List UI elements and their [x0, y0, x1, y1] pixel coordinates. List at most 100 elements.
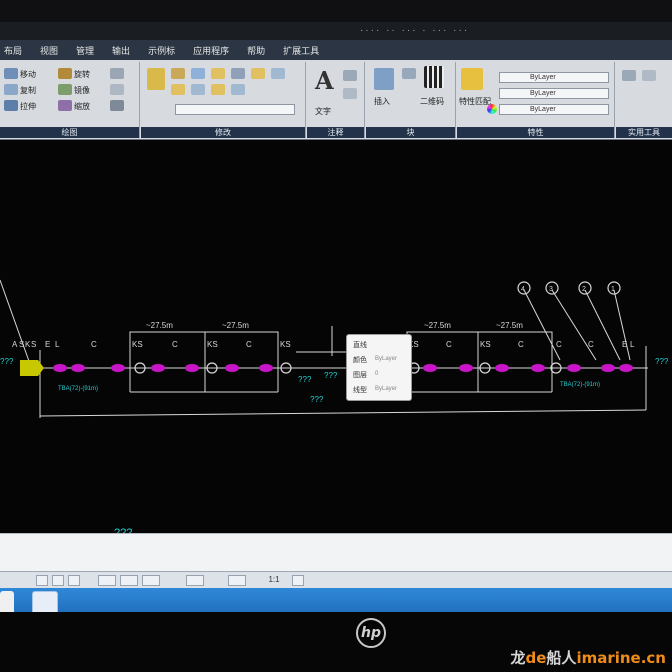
command-line[interactable]	[0, 533, 672, 571]
mirror-tool-icon[interactable]	[58, 84, 72, 95]
grid-toggle[interactable]	[36, 575, 48, 586]
layer-icon-4[interactable]	[231, 68, 245, 79]
text-tool-label: 文字	[315, 107, 331, 116]
unknown-label-1: ???	[298, 375, 312, 384]
transparency-toggle[interactable]	[228, 575, 246, 586]
segment-mark	[111, 364, 125, 372]
qrcode-icon[interactable]	[424, 66, 444, 88]
panel-modify-title: 修改	[141, 127, 305, 138]
dimension-icon[interactable]	[343, 70, 357, 81]
segment-mark	[619, 364, 633, 372]
insert-block-label: 插入	[374, 97, 390, 106]
ks-label-3: KS	[280, 340, 291, 349]
popup-layer-value[interactable]: 0	[375, 371, 378, 377]
color-dropdown[interactable]: ByLayer	[499, 72, 609, 83]
workspace-gear-icon[interactable]	[292, 575, 304, 586]
layer-icon-3[interactable]	[211, 68, 225, 79]
segment-label-5: C	[518, 340, 524, 349]
callout-label-2: 2	[582, 286, 586, 293]
menu-item-extensions[interactable]: 扩展工具	[283, 44, 319, 57]
panel-draw-title: 绘图	[0, 127, 139, 138]
segment-mark	[225, 364, 239, 372]
layer-icon-8[interactable]	[191, 84, 205, 95]
right-mark-e: E	[622, 340, 627, 349]
layer-icon-2[interactable]	[191, 68, 205, 79]
menu-item-apps[interactable]: 应用程序	[193, 44, 229, 57]
layer-icon-7[interactable]	[171, 84, 185, 95]
trim-tool-icon[interactable]	[110, 68, 124, 79]
cyan-arrow-left: ???	[0, 357, 14, 366]
cyan-caption-left: TBA(72)-(91m)	[58, 386, 98, 392]
move-tool-icon[interactable]	[4, 68, 18, 79]
cyan-annotations: ??? ??? TBA(72)-(91m) TBA(72)-(91m) ??? …	[0, 357, 669, 539]
polar-toggle[interactable]	[98, 575, 116, 586]
extend-tool-icon[interactable]	[110, 84, 124, 95]
menu-item-view[interactable]: 视图	[40, 44, 58, 57]
panel-draw: 移动 复制 拉伸 旋转 镜像 缩放 绘图	[0, 62, 140, 138]
menu-item-help[interactable]: 帮助	[247, 44, 265, 57]
popup-linetype-value[interactable]: ByLayer	[375, 386, 397, 392]
snap-toggle[interactable]	[52, 575, 64, 586]
color-wheel-icon[interactable]	[487, 104, 497, 114]
segment-label-6: C	[556, 340, 562, 349]
calculator-icon[interactable]	[642, 70, 656, 81]
layer-icon-5[interactable]	[251, 68, 265, 79]
linetype-dropdown[interactable]: ByLayer	[499, 88, 609, 99]
title-bar: ···· ·· ··· · ··· ···	[0, 22, 672, 40]
screen: ···· ·· ··· · ··· ··· 布局 视图 管理 输出 示例标 应用…	[0, 22, 672, 620]
layer-icon-9[interactable]	[211, 84, 225, 95]
layer-icon-6[interactable]	[271, 68, 285, 79]
annotation-scale[interactable]: 1:1	[262, 575, 286, 586]
layer-properties-icon[interactable]	[147, 68, 165, 90]
rotate-tool-icon[interactable]	[58, 68, 72, 79]
panel-properties-title: 特性	[457, 127, 614, 138]
text-tool-icon[interactable]: A	[315, 66, 334, 95]
ks-label-1: KS	[132, 340, 143, 349]
menu-item-manage[interactable]: 管理	[76, 44, 94, 57]
layer-icon-1[interactable]	[171, 68, 185, 79]
popup-color-value[interactable]: ByLayer	[375, 356, 397, 362]
menu-item-output[interactable]: 输出	[112, 44, 130, 57]
callout-circles	[517, 281, 621, 295]
leader-line-1	[613, 289, 631, 361]
measure-icon[interactable]	[622, 70, 636, 81]
segment-mark	[71, 364, 85, 372]
segment-mark	[459, 364, 473, 372]
panel-block-title: 块	[366, 127, 455, 138]
callout-label-4: 4	[521, 286, 525, 293]
segment-mark	[495, 364, 509, 372]
left-mark-e: E	[45, 340, 50, 349]
panel-modify: 修改	[141, 62, 306, 138]
block-edit-icon[interactable]	[402, 68, 416, 79]
quick-properties-popup[interactable]: 直线 颜色 ByLayer 图层 0 线型 ByLayer	[346, 334, 412, 401]
layer-dropdown[interactable]	[175, 104, 295, 115]
match-properties-icon[interactable]	[461, 68, 483, 90]
popup-linetype-label: 线型	[353, 387, 367, 394]
mirror-tool-label: 镜像	[74, 86, 90, 95]
drawing-canvas[interactable]: A S K S E L C KS C KS C KS KS C KS C C C…	[0, 140, 672, 555]
hp-logo: hp	[356, 618, 386, 648]
leader-icon[interactable]	[343, 88, 357, 99]
stretch-tool-icon[interactable]	[4, 100, 18, 111]
lineweight-toggle[interactable]	[186, 575, 204, 586]
menu-item-layout[interactable]: 布局	[4, 44, 22, 57]
array-tool-icon[interactable]	[110, 100, 124, 111]
leader-line-2	[584, 289, 621, 361]
popup-color-label: 颜色	[353, 357, 367, 364]
ortho-toggle[interactable]	[68, 575, 80, 586]
segment-label-7: C	[588, 340, 594, 349]
drawing-text: A S K S E L C KS C KS C KS KS C KS C C C…	[12, 286, 635, 349]
copy-tool-icon[interactable]	[4, 84, 18, 95]
panel-block: 插入 二维码 块	[366, 62, 456, 138]
menu-item-sample[interactable]: 示例标	[148, 44, 175, 57]
lineweight-dropdown[interactable]: ByLayer	[499, 104, 609, 115]
segment-mark	[259, 364, 273, 372]
segment-label-3: C	[246, 340, 252, 349]
osnap-toggle[interactable]	[120, 575, 138, 586]
layer-icon-10[interactable]	[231, 84, 245, 95]
insert-block-icon[interactable]	[374, 68, 394, 90]
segment-label-1: C	[91, 340, 97, 349]
scale-tool-icon[interactable]	[58, 100, 72, 111]
panel-annotation: A 文字 注释	[307, 62, 365, 138]
otrack-toggle[interactable]	[142, 575, 160, 586]
